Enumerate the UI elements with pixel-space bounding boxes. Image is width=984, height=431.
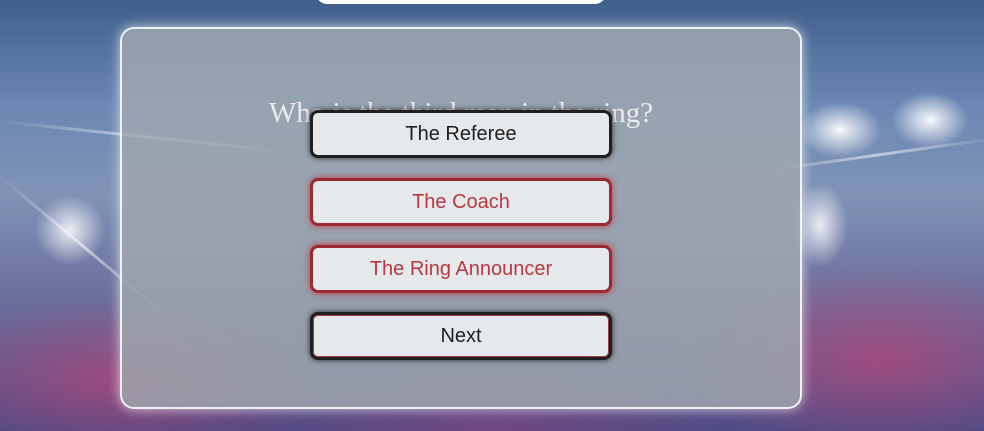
top-pill-bar [316,0,606,4]
answer-button-the-ring-announcer[interactable]: The Ring Announcer [310,245,612,293]
answer-button-the-coach[interactable]: The Coach [310,178,612,226]
next-button-label: Next [440,324,482,347]
answer-label: The Ring Announcer [369,257,553,280]
next-button[interactable]: Next [310,312,612,360]
answer-label: The Coach [412,190,510,213]
answer-label: The Referee [405,122,517,145]
answer-button-the-referee[interactable]: The Referee [310,110,612,158]
